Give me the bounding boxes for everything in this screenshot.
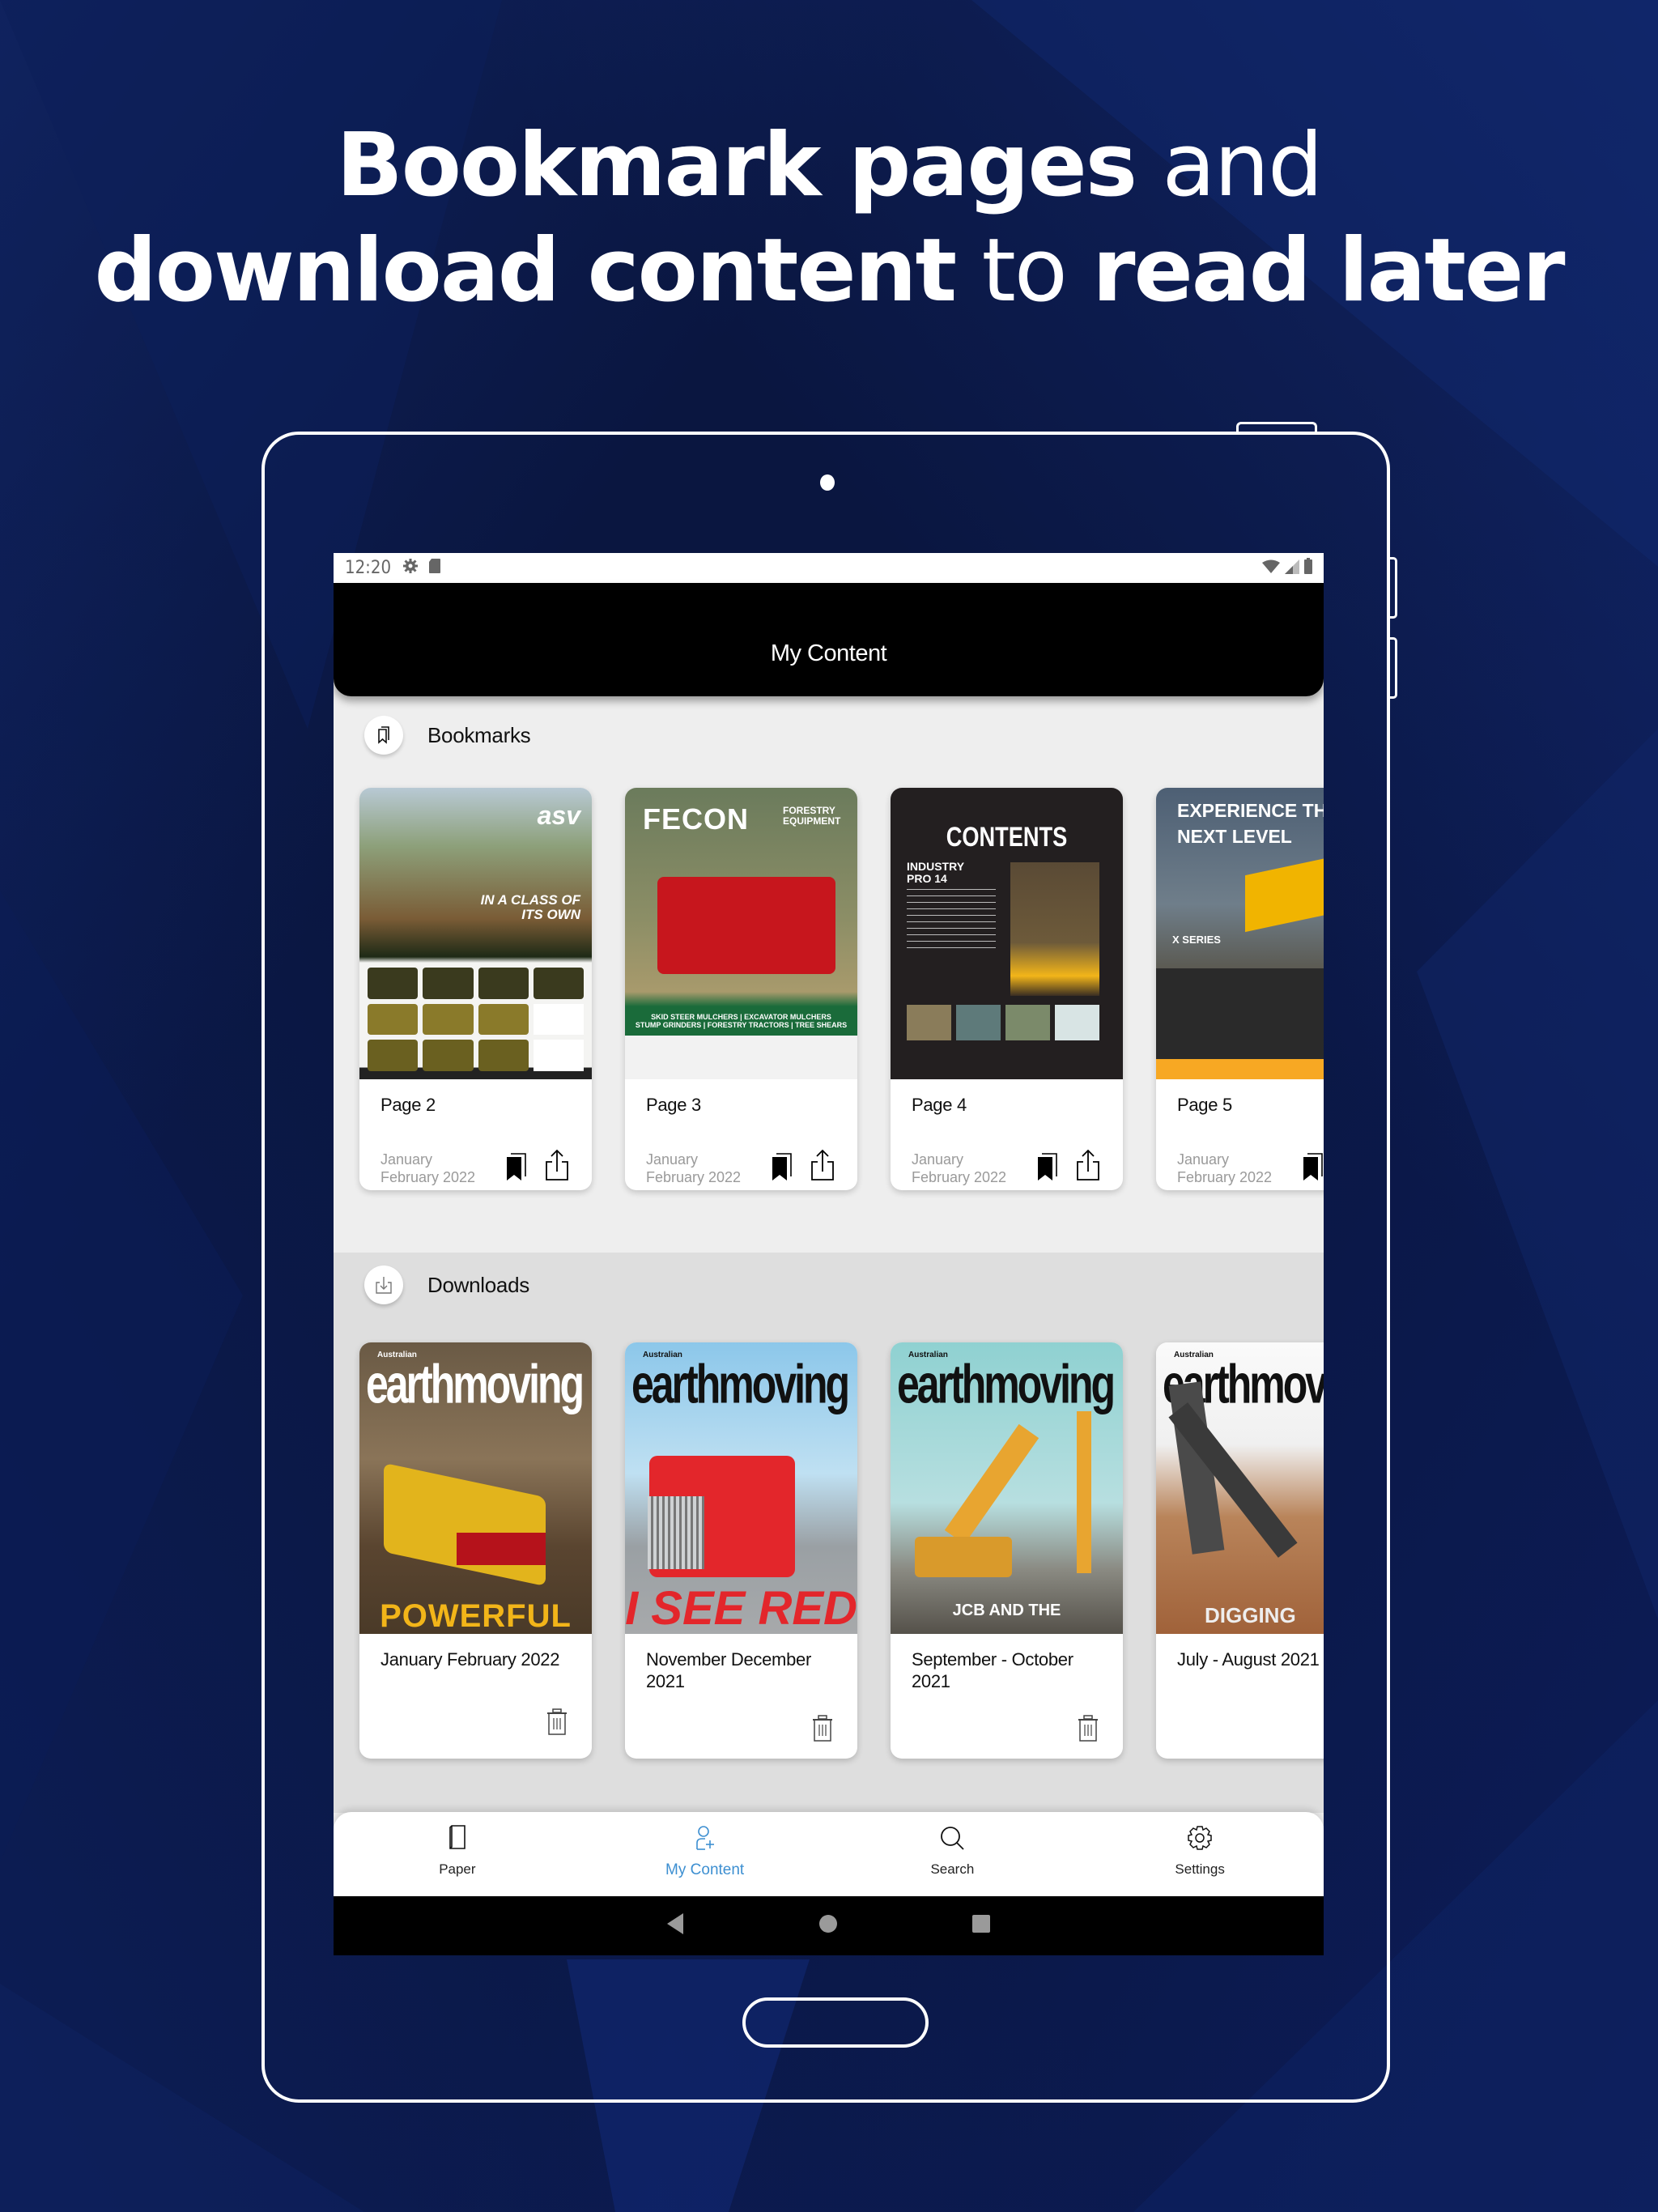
thumb-heading: CONTENTS [946, 822, 1068, 853]
headline-bold-1: Bookmark pages [336, 115, 1137, 216]
bookmark-date: January February 2022 [380, 1151, 476, 1185]
promo-headline: Bookmark pages and download content to r… [0, 113, 1658, 324]
thumb-subheading: INDUSTRY PRO 14 [907, 860, 964, 885]
bookmark-title: Page 5 [1177, 1095, 1232, 1115]
bookmark-remove-icon[interactable] [772, 1152, 793, 1185]
bookmark-card[interactable]: CONTENTS INDUSTRY PRO 14 Page 4 January F… [891, 788, 1123, 1190]
nav-item-search[interactable]: Search [829, 1812, 1077, 1896]
home-icon[interactable] [818, 1914, 838, 1938]
delete-icon[interactable] [810, 1713, 835, 1746]
nav-item-paper[interactable]: Paper [334, 1812, 581, 1896]
cover-headline: POWERFUL [380, 1598, 572, 1634]
download-title: January February 2022 [380, 1649, 560, 1670]
headline-light-1: and [1136, 115, 1323, 216]
download-card[interactable]: Australian earthmoving I SEE RED Novembe… [625, 1342, 857, 1759]
battery-icon [1304, 557, 1312, 579]
bookmark-remove-icon[interactable] [506, 1152, 527, 1185]
status-bar: 12:20 [334, 553, 1324, 583]
issue-cover[interactable]: Australian earthmoving JCB AND THE [891, 1342, 1123, 1634]
bookmarks-list[interactable]: asv IN A CLASS OF ITS OWN Page 2 January… [359, 788, 1324, 1190]
front-camera [820, 474, 835, 491]
bookmark-card[interactable]: asv IN A CLASS OF ITS OWN Page 2 January… [359, 788, 592, 1190]
signal-icon [1285, 558, 1299, 579]
bookmark-card[interactable]: FECON FORESTRY EQUIPMENT SKID STEER MULC… [625, 788, 857, 1190]
page-thumbnail[interactable]: CONTENTS INDUSTRY PRO 14 [891, 788, 1123, 1079]
download-card[interactable]: Australian earthmoving JCB AND THE Septe… [891, 1342, 1123, 1759]
paper-icon [448, 1825, 467, 1855]
download-card[interactable]: Australian earthmoving POWERFUL January … [359, 1342, 592, 1759]
bookmark-title: Page 3 [646, 1095, 701, 1115]
sd-card-icon [428, 558, 441, 579]
nav-label: Paper [439, 1861, 476, 1877]
page-thumbnail[interactable]: FECON FORESTRY EQUIPMENT SKID STEER MULC… [625, 788, 857, 1079]
cover-masthead: earthmoving [897, 1353, 1116, 1415]
issue-cover[interactable]: Australian earthmoving I SEE RED [625, 1342, 857, 1634]
download-title: July - August 2021 [1177, 1649, 1320, 1670]
cover-masthead: earthmoving [366, 1353, 585, 1415]
share-icon[interactable] [1076, 1149, 1100, 1185]
page-title: My Content [770, 640, 887, 666]
nav-item-my-content[interactable]: My Content [581, 1812, 829, 1896]
page-thumbnail[interactable]: asv IN A CLASS OF ITS OWN [359, 788, 592, 1079]
wifi-icon [1262, 558, 1280, 579]
cover-masthead: earthmoving [631, 1353, 850, 1415]
system-navigation-bar [334, 1896, 1324, 1955]
delete-icon[interactable] [545, 1707, 569, 1740]
settings-icon [402, 558, 419, 579]
bottom-navigation: Paper My Content Search Settings [334, 1812, 1324, 1896]
thumb-tagline: IN A CLASS OF ITS OWN [480, 892, 580, 922]
bookmark-remove-icon[interactable] [1303, 1152, 1324, 1185]
nav-label: Search [930, 1861, 975, 1877]
back-icon[interactable] [666, 1913, 685, 1938]
home-button [742, 1997, 929, 2048]
recents-icon[interactable] [971, 1914, 991, 1938]
thumb-tagline: FORESTRY EQUIPMENT [783, 805, 841, 827]
thumb-tag: X SERIES [1172, 934, 1221, 946]
person-add-icon [694, 1825, 716, 1855]
download-icon [364, 1266, 403, 1304]
thumb-brand: FECON [643, 802, 749, 836]
bookmark-date: January February 2022 [1177, 1151, 1273, 1185]
cover-headline: JCB AND THE [952, 1602, 1061, 1619]
delete-icon[interactable] [1076, 1713, 1100, 1746]
download-title: November December 2021 [646, 1649, 811, 1691]
bookmark-card[interactable]: EXPERIENCE THE NEXT LEVEL X SERIES Page … [1156, 788, 1324, 1190]
download-title: September - October 2021 [912, 1649, 1073, 1691]
headline-bold-3: read later [1092, 220, 1565, 321]
downloads-heading: Downloads [427, 1272, 529, 1297]
downloads-list[interactable]: Australian earthmoving POWERFUL January … [359, 1342, 1324, 1759]
bookmarks-header: Bookmarks [364, 716, 531, 755]
nav-label: Settings [1175, 1861, 1225, 1877]
headline-light-2: to [955, 220, 1093, 321]
bookmark-remove-icon[interactable] [1037, 1152, 1058, 1185]
app-screen: 12:20 My Content Bookmarks asv IN A CLAS… [334, 553, 1324, 1955]
download-card[interactable]: Australian earthmoving DIGGING July - Au… [1156, 1342, 1324, 1759]
cover-headline: I SEE RED [625, 1582, 857, 1634]
downloads-header: Downloads [364, 1266, 529, 1304]
issue-cover[interactable]: Australian earthmoving POWERFUL [359, 1342, 592, 1634]
page-thumbnail[interactable]: EXPERIENCE THE NEXT LEVEL X SERIES [1156, 788, 1324, 1079]
issue-cover[interactable]: Australian earthmoving DIGGING [1156, 1342, 1324, 1634]
search-icon [939, 1825, 965, 1855]
headline-bold-2: download content [94, 220, 957, 321]
app-header: My Content [334, 583, 1324, 696]
nav-item-settings[interactable]: Settings [1076, 1812, 1324, 1896]
share-icon[interactable] [810, 1149, 835, 1185]
status-time: 12:20 [345, 558, 392, 578]
gear-icon [1187, 1825, 1213, 1855]
bookmark-date: January February 2022 [912, 1151, 1007, 1185]
thumb-headline: EXPERIENCE THE NEXT LEVEL [1177, 800, 1324, 847]
nav-label: My Content [665, 1861, 745, 1878]
thumb-brand: asv [537, 801, 580, 830]
bookmarks-icon [364, 716, 403, 755]
bookmark-title: Page 2 [380, 1095, 436, 1115]
bookmark-title: Page 4 [912, 1095, 967, 1115]
bookmarks-heading: Bookmarks [427, 722, 531, 747]
bookmark-date: January February 2022 [646, 1151, 742, 1185]
cover-headline: DIGGING [1205, 1603, 1296, 1627]
share-icon[interactable] [545, 1149, 569, 1185]
